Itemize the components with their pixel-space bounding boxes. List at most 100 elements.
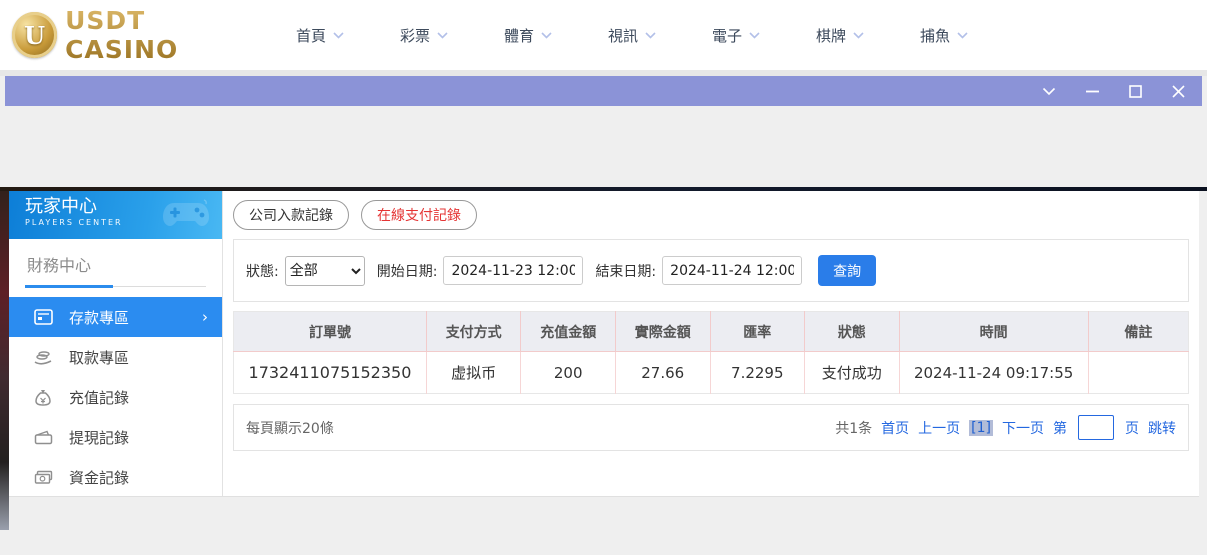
site-logo[interactable]: U USDT CASINO (12, 6, 264, 64)
sidebar-item-funds-record[interactable]: 資金記錄 (9, 457, 222, 497)
minimize-icon[interactable] (1084, 83, 1100, 99)
chevron-down-icon (853, 32, 864, 39)
chevron-down-icon (957, 32, 968, 39)
banknotes-icon (33, 470, 53, 485)
sidebar-item-label: 存款專區 (69, 307, 129, 328)
start-date-label: 開始日期: (377, 261, 438, 281)
nav-label: 棋牌 (816, 25, 846, 46)
sidebar-item-recharge-record[interactable]: 充值記錄 (9, 377, 222, 417)
nav-item-sports[interactable]: 體育 (504, 25, 608, 46)
cell-pay-method: 虚拟币 (426, 352, 521, 394)
nav-label: 體育 (504, 25, 534, 46)
col-header-time: 時間 (899, 312, 1088, 352)
jump-prefix-label: 第 (1053, 418, 1067, 438)
status-label: 狀態: (246, 261, 279, 281)
background-image-sliver (0, 191, 9, 530)
current-page-indicator: [1] (969, 420, 993, 436)
chevron-down-icon (541, 32, 552, 39)
chevron-down-icon (749, 32, 760, 39)
chevron-down-icon (437, 32, 448, 39)
chevron-right-icon: › (202, 308, 208, 326)
nav-item-boardgames[interactable]: 棋牌 (816, 25, 920, 46)
table-header-row: 訂單號 支付方式 充值金額 實際金額 匯率 狀態 時間 備註 (234, 312, 1189, 352)
end-date-input[interactable] (662, 256, 802, 285)
status-select[interactable]: 全部 (285, 256, 365, 286)
sidebar-item-withdraw-record[interactable]: 提現記錄 (9, 417, 222, 457)
next-page-link[interactable]: 下一页 (1002, 418, 1044, 438)
main-content: 公司入款記錄 在線支付記錄 狀態: 全部 開始日期: 結束日期: 查詢 (223, 191, 1199, 496)
col-header-status: 狀態 (805, 312, 900, 352)
table-row: 1732411075152350 虚拟币 200 27.66 7.2295 支付… (234, 352, 1189, 394)
chevron-down-icon[interactable] (1041, 83, 1057, 99)
nav-item-slots[interactable]: 電子 (712, 25, 816, 46)
nav-label: 捕魚 (920, 25, 950, 46)
end-date-label: 結束日期: (595, 261, 656, 281)
sidebar-item-label: 資金記錄 (69, 467, 129, 488)
nav-label: 首頁 (296, 25, 326, 46)
chevron-down-icon (333, 32, 344, 39)
start-date-input[interactable] (443, 256, 583, 285)
cell-order-no: 1732411075152350 (234, 352, 427, 394)
player-center-panel: 玩家中心 PLAYERS CENTER 財務中心 存款專區 › (9, 191, 1199, 497)
logo-letter: U (24, 21, 45, 50)
page-zone: 玩家中心 PLAYERS CENTER 財務中心 存款專區 › (0, 191, 1207, 555)
maximize-icon[interactable] (1127, 83, 1143, 99)
col-header-recharge-amount: 充值金額 (521, 312, 616, 352)
chevron-down-icon (645, 32, 656, 39)
deposit-card-icon (33, 309, 53, 325)
jump-button[interactable]: 跳转 (1148, 418, 1176, 438)
nav-label: 電子 (712, 25, 742, 46)
cell-status: 支付成功 (805, 352, 900, 394)
pagination-bar: 每頁顯示20條 共1条 首页 上一页 [1] 下一页 第 页 跳转 (233, 404, 1189, 451)
cell-time: 2024-11-24 09:17:55 (899, 352, 1088, 394)
page-jump-input[interactable] (1078, 415, 1114, 440)
page-size-text: 每頁顯示20條 (246, 418, 334, 438)
sidebar-item-deposit[interactable]: 存款專區 › (9, 297, 222, 337)
nav-item-home[interactable]: 首頁 (296, 25, 400, 46)
total-count-text: 共1条 (835, 418, 872, 438)
jump-suffix-label: 页 (1125, 418, 1139, 438)
sidebar-header: 玩家中心 PLAYERS CENTER (9, 191, 222, 239)
col-header-pay-method: 支付方式 (426, 312, 521, 352)
prev-page-link[interactable]: 上一页 (918, 418, 960, 438)
moneybag-icon (33, 389, 53, 406)
nav-item-fishing[interactable]: 捕魚 (920, 25, 1024, 46)
nav-item-live[interactable]: 視訊 (608, 25, 712, 46)
sidebar-item-label: 取款專區 (69, 347, 129, 368)
site-header: U USDT CASINO 首頁 彩票 體育 視訊 電子 棋牌 捕魚 (0, 0, 1207, 70)
client-area-background (0, 106, 1207, 187)
col-header-note: 備註 (1088, 312, 1188, 352)
tab-company-deposit-record[interactable]: 公司入款記錄 (233, 200, 349, 230)
sidebar-item-label: 提現記錄 (69, 427, 129, 448)
cell-note (1088, 352, 1188, 394)
wallet-icon (33, 430, 53, 445)
search-button[interactable]: 查詢 (818, 255, 876, 286)
main-nav: 首頁 彩票 體育 視訊 電子 棋牌 捕魚 (296, 25, 1024, 46)
logo-coin-icon: U (12, 12, 57, 58)
close-icon[interactable] (1170, 83, 1186, 99)
filter-bar: 狀態: 全部 開始日期: 結束日期: 查詢 (233, 239, 1189, 302)
first-page-link[interactable]: 首页 (881, 418, 909, 438)
record-tabs: 公司入款記錄 在線支付記錄 (233, 196, 1189, 239)
cell-actual-amount: 27.66 (615, 352, 710, 394)
cell-rate: 7.2295 (710, 352, 805, 394)
gamepad-icon (160, 197, 212, 235)
tab-online-payment-record[interactable]: 在線支付記錄 (361, 200, 477, 230)
sidebar: 玩家中心 PLAYERS CENTER 財務中心 存款專區 › (9, 191, 223, 496)
cell-recharge-amount: 200 (521, 352, 616, 394)
pagination-controls: 共1条 首页 上一页 [1] 下一页 第 页 跳转 (835, 415, 1176, 440)
sidebar-item-label: 充值記錄 (69, 387, 129, 408)
nav-item-lottery[interactable]: 彩票 (400, 25, 504, 46)
window-title-bar (5, 76, 1202, 106)
withdraw-hand-icon (33, 350, 53, 365)
sidebar-menu: 存款專區 › 取款專區 充值記錄 (9, 297, 222, 497)
nav-label: 彩票 (400, 25, 430, 46)
records-table: 訂單號 支付方式 充值金額 實際金額 匯率 狀態 時間 備註 173241107… (233, 311, 1189, 394)
col-header-order-no: 訂單號 (234, 312, 427, 352)
logo-text: USDT CASINO (65, 6, 264, 64)
sidebar-section-title: 財務中心 (25, 239, 206, 287)
col-header-actual-amount: 實際金額 (615, 312, 710, 352)
col-header-rate: 匯率 (710, 312, 805, 352)
nav-label: 視訊 (608, 25, 638, 46)
sidebar-item-withdraw[interactable]: 取款專區 (9, 337, 222, 377)
